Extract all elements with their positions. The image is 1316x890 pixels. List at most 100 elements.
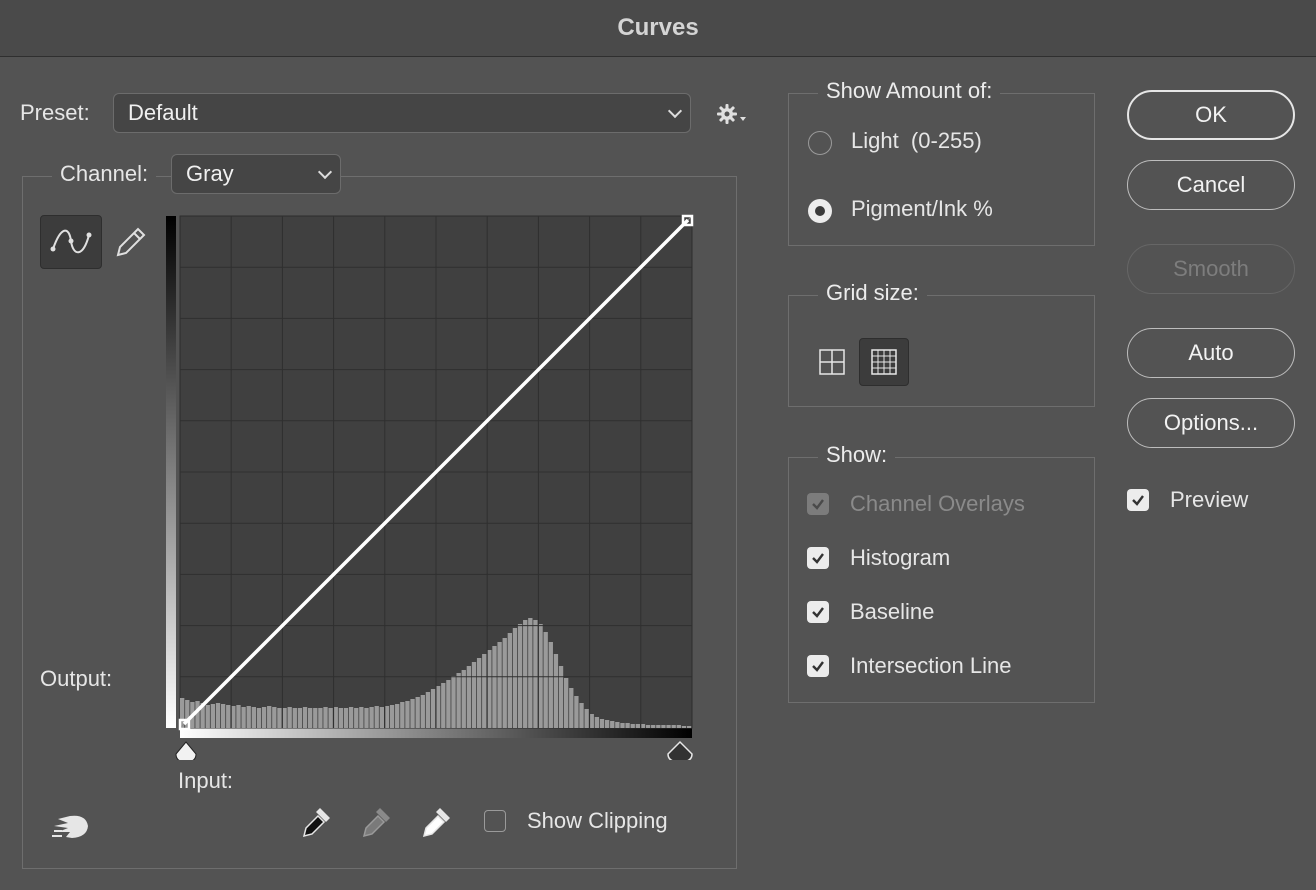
histogram-bar [574,696,579,728]
pigment-radio[interactable] [808,199,832,223]
histogram-bar [338,708,344,728]
histogram-bar [451,676,456,728]
histogram-bar [415,697,420,728]
window-title: Curves [617,14,699,41]
checkmark-icon [812,607,824,618]
channel-dropdown[interactable]: Gray [171,154,341,194]
curve-point-tool-button[interactable] [40,215,102,269]
histogram-bar [282,708,287,728]
histogram-bar [425,692,431,728]
histogram-bar [528,618,533,728]
histogram-bar [523,620,528,728]
histogram-bar [328,708,333,728]
histogram-bar [676,725,681,728]
histogram-bar [420,695,425,728]
white-eyedropper-button[interactable] [418,804,454,840]
checkmark-icon [812,661,824,672]
preset-options-gear-icon[interactable] [716,101,750,127]
histogram-bar [497,642,502,728]
cancel-button[interactable]: Cancel [1127,160,1295,210]
pencil-tool-button[interactable] [110,222,150,262]
histogram-bar [430,689,436,728]
target-adjust-hand-button[interactable] [50,810,90,842]
histogram-bar [671,725,676,728]
simple-grid-button[interactable] [810,340,854,384]
baseline-label: Baseline [850,599,935,624]
options-button[interactable]: Options... [1127,398,1295,448]
light-radio[interactable] [808,131,832,155]
histogram-bar [302,707,308,728]
detailed-grid-button[interactable] [859,338,909,386]
channel-value: Gray [186,161,234,186]
histogram-bar [297,708,303,728]
histogram-bar [379,707,384,728]
auto-button[interactable]: Auto [1127,328,1295,378]
pigment-radio-label: Pigment/Ink % [851,196,993,221]
histogram-bar [533,620,538,728]
histogram-bar [640,724,646,728]
eyedropper-gray-icon [362,808,390,838]
histogram-bar [333,707,338,728]
histogram-bar [645,725,651,728]
show-amount-legend: Show Amount of: [818,78,1001,104]
checkmark-icon [812,499,824,510]
histogram-bar [661,725,666,728]
chevron-down-icon [317,164,333,180]
show-legend: Show: [818,442,896,468]
histogram-bar [615,722,620,728]
histogram-bar [604,720,610,728]
black-eyedropper-button[interactable] [298,804,334,840]
histogram-checkbox[interactable] [807,547,829,569]
intersection-line-checkbox[interactable] [807,655,829,677]
histogram-bar [405,701,410,728]
preview-label: Preview [1170,487,1249,512]
curve-icon [50,229,92,254]
baseline-checkbox[interactable] [807,601,829,623]
input-label: Input: [178,768,234,793]
preview-checkbox[interactable] [1127,489,1149,511]
histogram-bar [471,662,477,728]
intersection-line-label: Intersection Line [850,653,1012,678]
histogram-bar [277,708,282,728]
histogram-bar [251,707,256,728]
histogram-bar [466,666,472,728]
show-clipping-label: Show Clipping [527,808,668,833]
histogram-bar [594,717,600,728]
histogram-bar [538,624,543,728]
preset-dropdown[interactable]: Default [113,93,691,133]
preset-label: Preset: [20,100,90,125]
histogram-bar [507,633,512,728]
white-point-slider [667,740,693,763]
histogram-bar [226,705,231,728]
show-amount-group [788,93,1095,246]
eyedropper-black-icon [302,808,330,838]
histogram-bar [261,707,267,728]
histogram-bar [395,704,400,728]
histogram-bar [543,632,548,728]
histogram-bar [348,707,354,728]
histogram-bar [558,666,564,728]
output-label: Output: [40,666,113,691]
histogram-bar [681,726,687,728]
histogram-bar [410,699,415,728]
histogram-bar [492,646,497,728]
show-clipping-checkbox[interactable] [484,810,506,832]
histogram-bar [354,708,359,728]
histogram-bar [625,723,630,728]
histogram-bar [292,708,297,728]
histogram-bar [215,703,221,728]
gray-eyedropper-button[interactable] [358,804,394,840]
histogram-bar [364,708,369,728]
curves-graph[interactable] [166,212,696,763]
histogram-bar [313,708,318,728]
histogram-bar [287,707,292,728]
histogram-bar [476,658,482,728]
histogram-bar [236,705,241,728]
histogram-bar [231,706,236,728]
histogram-bar [569,688,574,728]
histogram-bar [487,650,492,728]
ok-button[interactable]: OK [1127,90,1295,140]
checkmark-icon [812,553,824,564]
pencil-icon [116,227,146,257]
channel-label: Channel: [52,161,157,187]
